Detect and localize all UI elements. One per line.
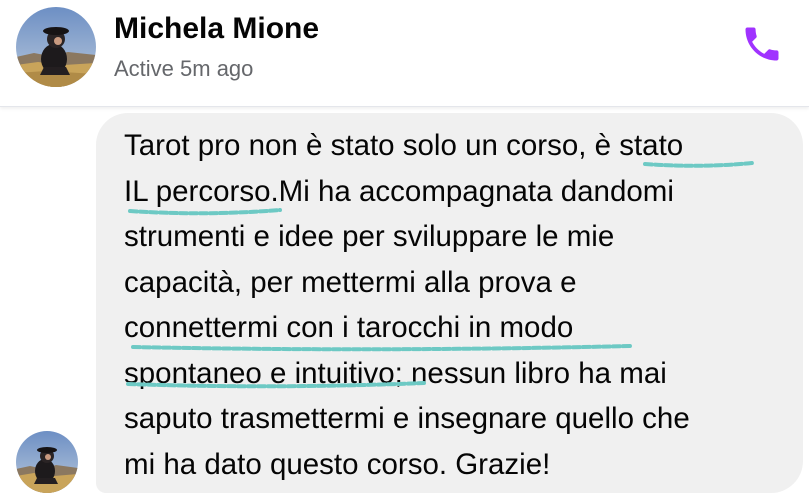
conversation-header: Michela Mione Active 5m ago xyxy=(0,0,809,107)
phone-icon xyxy=(745,27,779,61)
contact-avatar[interactable] xyxy=(16,7,96,87)
message-text: Tarot pro non è stato solo un corso, è s… xyxy=(124,129,690,481)
active-status: Active 5m ago xyxy=(114,56,254,81)
voice-call-button[interactable] xyxy=(740,22,784,66)
sender-avatar[interactable] xyxy=(16,431,78,493)
contact-name[interactable]: Michela Mione xyxy=(114,12,319,46)
